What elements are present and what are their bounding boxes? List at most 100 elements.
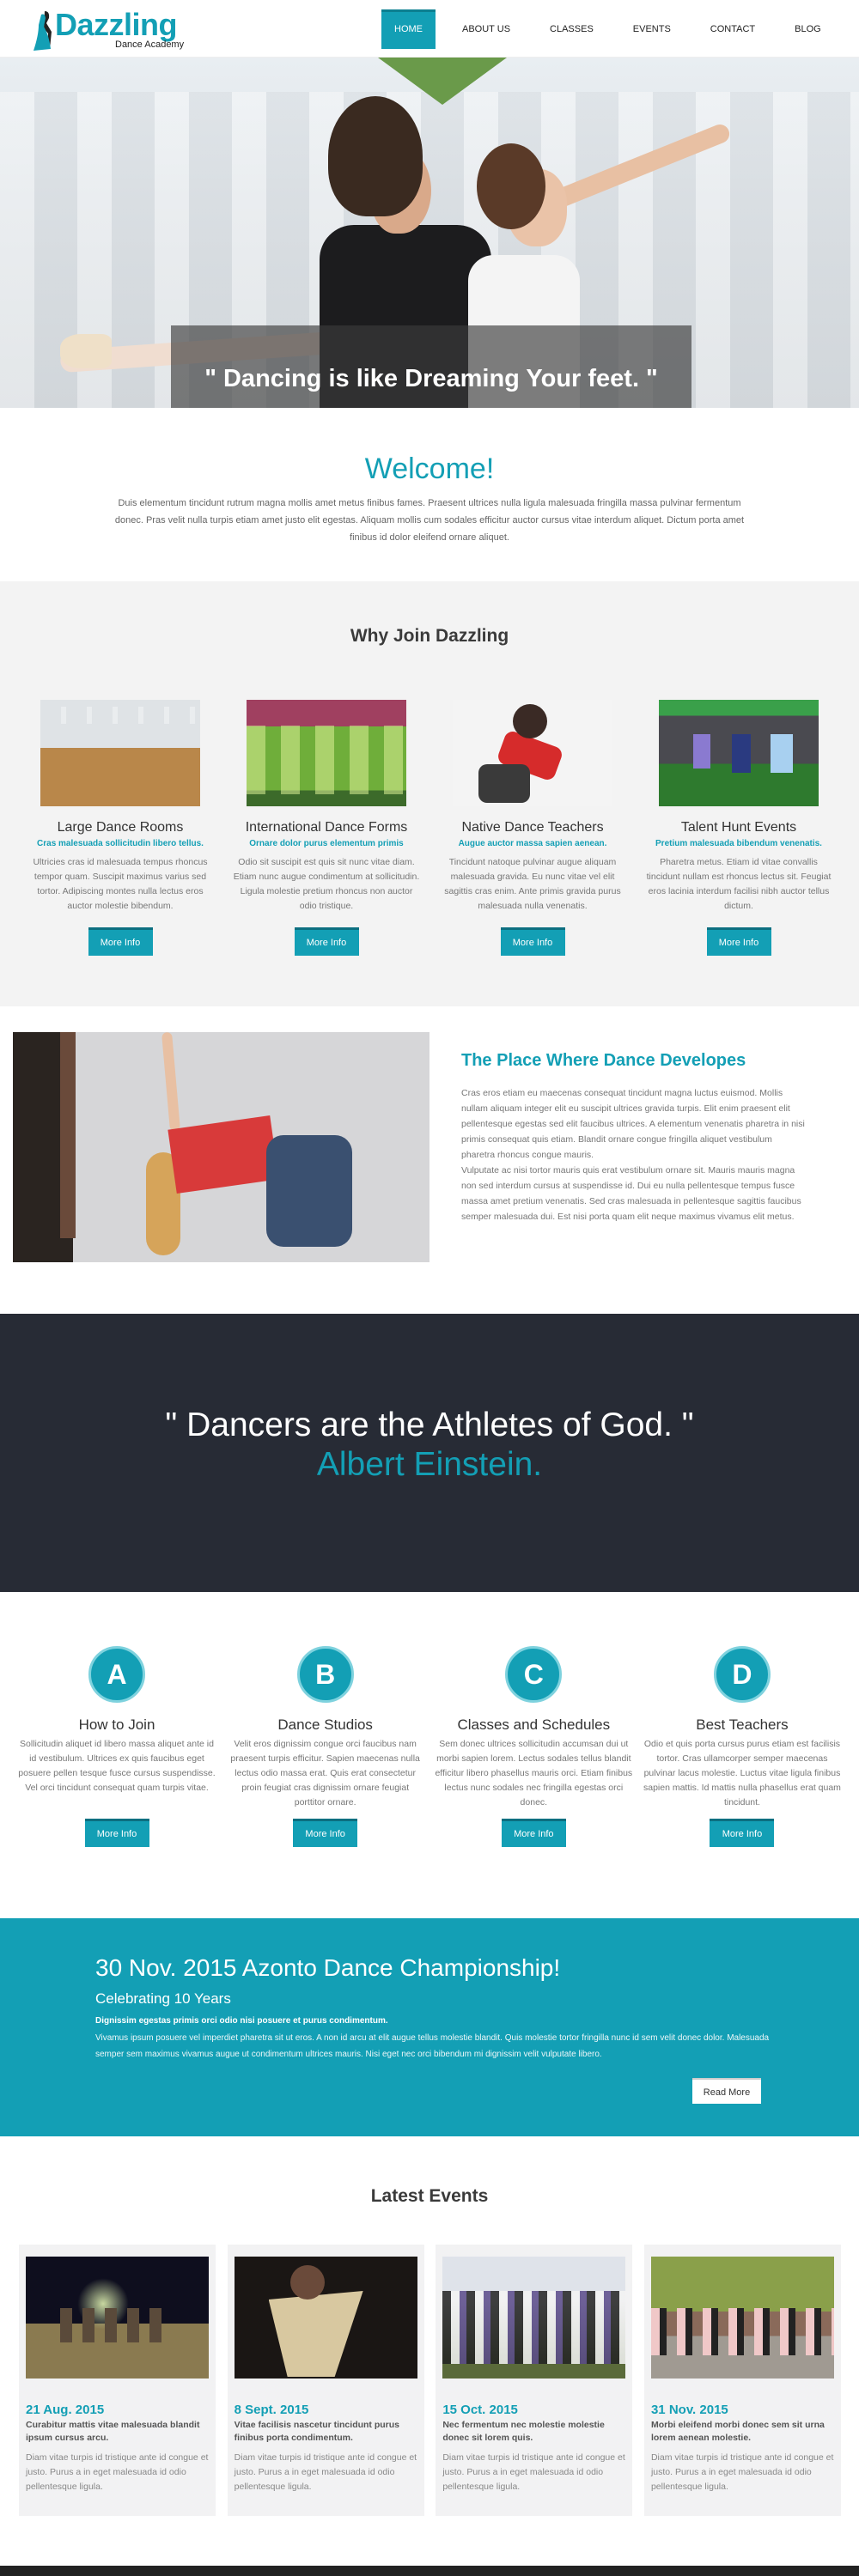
step-text: Sollicitudin aliquet id libero massa ali… xyxy=(18,1739,216,1793)
event-description: Diam vitae turpis id tristique ante id c… xyxy=(650,2452,834,2492)
more-info-button[interactable]: More Info xyxy=(294,927,359,956)
letter-c-icon: C xyxy=(505,1646,563,1703)
dance-room-image xyxy=(40,700,200,806)
feature-tagline: Ornare dolor purus elementum primis xyxy=(249,839,404,848)
nav-about-us[interactable]: ABOUT US xyxy=(449,9,523,49)
nav-events[interactable]: EVENTS xyxy=(620,9,684,49)
feature-tagline: Augue auctor massa sapien aenean. xyxy=(458,839,607,848)
letter-b-icon: B xyxy=(296,1646,354,1703)
place-title: The Place Where Dance Developes xyxy=(461,1051,746,1070)
latest-events-section: Latest Events 21 Aug. 2015 Curabitur mat… xyxy=(0,2136,859,2547)
quote-text: " Dancers are the Athletes of God. " xyxy=(165,1406,694,1443)
nav-blog[interactable]: BLOG xyxy=(782,9,834,49)
event-card[interactable]: 21 Aug. 2015 Curabitur mattis vitae male… xyxy=(19,2245,216,2516)
feature-tagline: Cras malesuada sollicitudin libero tellu… xyxy=(37,839,204,848)
feature-title: Native Dance Teachers xyxy=(461,820,604,835)
hero-quote: " Dancing is like Dreaming Your feet. " xyxy=(204,365,658,392)
hero-banner: " Dancing is like Dreaming Your feet. " xyxy=(0,58,859,408)
step-title: Classes and Schedules xyxy=(457,1716,611,1733)
event-title: Vitae facilisis nascetur tincidunt purus… xyxy=(234,2420,400,2443)
championship-lead: Dignissim egestas primis orci odio nisi … xyxy=(95,2016,388,2026)
hero-quote-box: " Dancing is like Dreaming Your feet. " xyxy=(171,325,691,408)
feature-card: Native Dance Teachers Augue auctor massa… xyxy=(438,700,627,956)
step-card: C Classes and Schedules Sem donec ultric… xyxy=(434,1646,633,1847)
more-info-button[interactable]: More Info xyxy=(84,1819,149,1847)
site-header: Dazzling Dance Academy HOME ABOUT US CLA… xyxy=(0,0,859,58)
quote-section: " Dancers are the Athletes of God. " Alb… xyxy=(0,1314,859,1592)
why-join-title: Why Join Dazzling xyxy=(350,626,509,646)
event-date: 15 Oct. 2015 xyxy=(442,2403,518,2417)
event-folk-image xyxy=(442,2257,626,2379)
dancer-photo xyxy=(13,1032,430,1262)
feature-title: International Dance Forms xyxy=(245,820,408,835)
step-card: B Dance Studios Velit eros dignissim con… xyxy=(226,1646,425,1847)
letter-d-icon: D xyxy=(713,1646,771,1703)
read-more-button[interactable]: Read More xyxy=(692,2078,761,2104)
feature-title: Large Dance Rooms xyxy=(57,820,184,835)
letter-a-icon: A xyxy=(88,1646,145,1703)
more-info-button[interactable]: More Info xyxy=(500,927,565,956)
event-stage-image xyxy=(26,2257,209,2379)
place-section: The Place Where Dance Developes Cras ero… xyxy=(0,1006,859,1314)
feature-title: Talent Hunt Events xyxy=(680,820,797,835)
more-info-button[interactable]: More Info xyxy=(710,1819,775,1847)
step-text: Sem donec ultrices sollicitudin accumsan… xyxy=(435,1739,633,1807)
step-title: How to Join xyxy=(78,1716,155,1733)
event-date: 21 Aug. 2015 xyxy=(26,2403,105,2417)
event-date: 8 Sept. 2015 xyxy=(234,2403,309,2417)
quote-author: Albert Einstein. xyxy=(316,1446,543,1483)
main-nav: HOME ABOUT US CLASSES EVENTS CONTACT BLO… xyxy=(381,9,848,49)
step-card: D Best Teachers Odio et quis porta cursu… xyxy=(643,1646,842,1847)
event-description: Diam vitae turpis id tristique ante id c… xyxy=(442,2452,625,2492)
step-title: Dance Studios xyxy=(277,1716,373,1733)
feature-card: Large Dance Rooms Cras malesuada sollici… xyxy=(26,700,215,956)
more-info-button[interactable]: More Info xyxy=(501,1819,566,1847)
step-text: Odio et quis porta cursus purus etiam es… xyxy=(643,1739,841,1807)
events-title: Latest Events xyxy=(370,2186,489,2206)
place-paragraph-2: Vulputate ac nisi tortor mauris quis era… xyxy=(461,1165,801,1222)
more-info-button[interactable]: More Info xyxy=(88,927,153,956)
event-flamenco-image xyxy=(234,2257,417,2379)
nav-home[interactable]: HOME xyxy=(381,9,436,49)
event-title: Nec fermentum nec molestie molestie done… xyxy=(442,2420,605,2443)
event-card[interactable]: 15 Oct. 2015 Nec fermentum nec molestie … xyxy=(436,2245,633,2516)
feature-text: Tincidunt natoque pulvinar augue aliquam… xyxy=(444,857,621,911)
championship-body: Vivamus ipsum posuere vel imperdiet phar… xyxy=(95,2033,770,2059)
nav-classes[interactable]: CLASSES xyxy=(537,9,606,49)
feature-text: Pharetra metus. Etiam id vitae convallis… xyxy=(646,857,832,911)
step-text: Velit eros dignissim congue orci faucibu… xyxy=(230,1739,420,1807)
championship-subtitle: Celebrating 10 Years xyxy=(95,1990,231,2007)
event-description: Diam vitae turpis id tristique ante id c… xyxy=(26,2452,209,2492)
why-join-section: Why Join Dazzling Large Dance Rooms Cras… xyxy=(0,581,859,1006)
brand-tagline: Dance Academy xyxy=(115,39,185,50)
more-info-button[interactable]: More Info xyxy=(706,927,771,956)
nav-contact[interactable]: CONTACT xyxy=(698,9,768,49)
brand-name: Dazzling xyxy=(55,7,178,42)
championship-title: 30 Nov. 2015 Azonto Dance Championship! xyxy=(95,1954,561,1981)
talent-hunt-image xyxy=(659,700,819,806)
hero-ballet-shoe xyxy=(60,334,112,368)
logo[interactable]: Dazzling Dance Academy xyxy=(17,7,198,51)
event-card[interactable]: 8 Sept. 2015 Vitae facilisis nascetur ti… xyxy=(227,2245,424,2516)
footer xyxy=(0,2566,859,2576)
steps-section: A How to Join Sollicitudin aliquet id li… xyxy=(0,1592,859,1918)
place-paragraph-1: Cras eros etiam eu maecenas consequat ti… xyxy=(461,1088,805,1160)
feature-tagline: Pretium malesuada bibendum venenatis. xyxy=(655,839,822,848)
event-description: Diam vitae turpis id tristique ante id c… xyxy=(234,2452,417,2492)
event-date: 31 Nov. 2015 xyxy=(650,2403,728,2417)
step-card: A How to Join Sollicitudin aliquet id li… xyxy=(17,1646,216,1847)
step-title: Best Teachers xyxy=(696,1716,789,1733)
feature-card: International Dance Forms Ornare dolor p… xyxy=(232,700,421,956)
welcome-text: Duis elementum tincidunt rutrum magna mo… xyxy=(114,498,745,543)
feature-card: Talent Hunt Events Pretium malesuada bib… xyxy=(644,700,833,956)
feature-text: Odio sit suscipit est quis sit nunc vita… xyxy=(233,857,420,911)
event-title: Morbi eleifend morbi donec sem sit urna … xyxy=(650,2420,825,2443)
welcome-section: Welcome! Duis elementum tincidunt rutrum… xyxy=(0,408,859,581)
welcome-title: Welcome! xyxy=(364,453,495,485)
more-info-button[interactable]: More Info xyxy=(293,1819,358,1847)
event-card[interactable]: 31 Nov. 2015 Morbi eleifend morbi donec … xyxy=(643,2245,841,2516)
international-dance-image xyxy=(247,700,406,806)
event-title: Curabitur mattis vitae malesuada blandit… xyxy=(26,2420,200,2443)
championship-banner: 30 Nov. 2015 Azonto Dance Championship! … xyxy=(0,1918,859,2136)
native-teachers-image xyxy=(453,700,612,806)
